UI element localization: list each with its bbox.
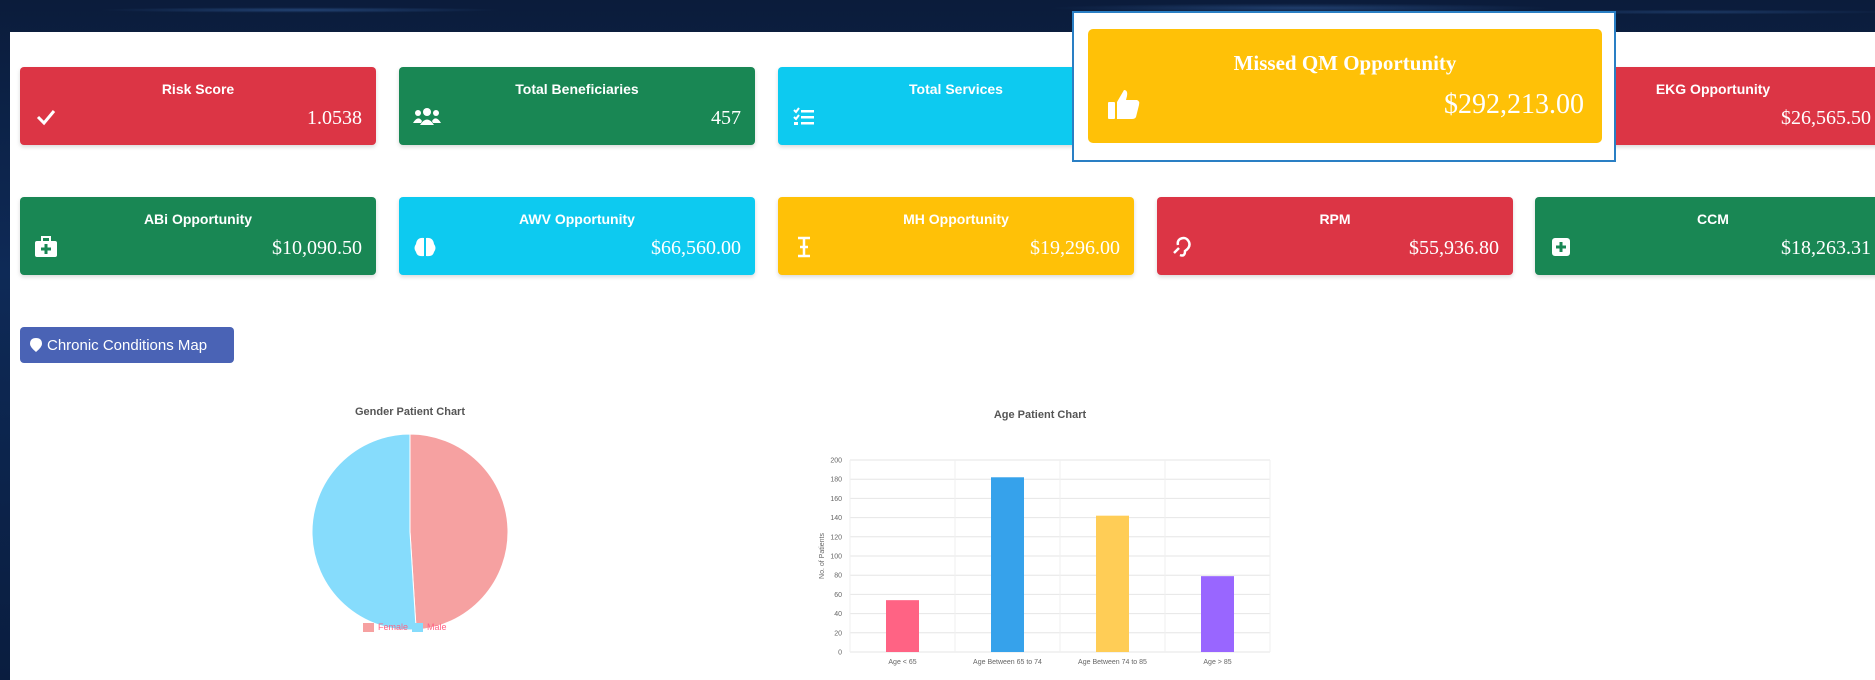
map-button-label: Chronic Conditions Map — [47, 336, 208, 354]
card-value: $10,090.50 — [272, 237, 362, 259]
card-value: $18,263.31 — [1781, 237, 1871, 259]
highlight-card-frame: Missed QM Opportunity $292,213.00 — [1072, 11, 1616, 162]
y-tick-label: 80 — [834, 573, 842, 580]
y-tick-label: 140 — [830, 515, 842, 522]
card-ccm[interactable]: CCM $18,263.31 — [1535, 197, 1875, 275]
card-total-beneficiaries[interactable]: Total Beneficiaries 457 — [399, 67, 755, 145]
gender-pie-chart — [311, 433, 509, 631]
card-title: ABi Opportunity — [143, 211, 253, 227]
y-tick-label: 180 — [830, 477, 842, 484]
list-check-icon — [792, 105, 816, 129]
card-awv-opportunity[interactable]: AWV Opportunity $66,560.00 — [399, 197, 755, 275]
card-value: $19,296.00 — [1030, 237, 1120, 259]
legend-label-male: Male — [427, 622, 447, 632]
y-tick-label: 20 — [834, 630, 842, 637]
bar-2[interactable] — [1096, 515, 1129, 652]
card-missed-qm-opportunity[interactable]: Missed QM Opportunity $292,213.00 — [1088, 29, 1602, 143]
bar-3[interactable] — [1201, 576, 1234, 652]
card-value: $292,213.00 — [1444, 89, 1584, 120]
card-risk-score[interactable]: Risk Score 1.0538 — [20, 67, 376, 145]
legend-label-female: Female — [378, 622, 409, 632]
card-value: 457 — [711, 107, 741, 129]
card-value: $26,565.50 — [1781, 107, 1871, 129]
i-cursor-icon — [792, 235, 816, 259]
card-title: CCM — [1697, 211, 1729, 227]
brain-icon — [413, 235, 437, 259]
card-title: Total Beneficiaries — [515, 81, 639, 97]
dashboard-panel: Risk Score 1.0538 Total Beneficiaries 45… — [10, 11, 1875, 680]
y-tick-label: 160 — [830, 496, 842, 503]
y-tick-label: 0 — [838, 650, 842, 657]
gender-chart-title: Gender Patient Chart — [354, 406, 466, 418]
x-tick-label: Age Between 65 to 74 — [973, 659, 1042, 666]
x-tick-label: Age < 65 — [888, 659, 916, 666]
plus-square-icon — [1549, 235, 1573, 259]
legend-swatch-female — [363, 622, 374, 632]
gender-chart-legend: Female Male — [363, 622, 447, 632]
card-mh-opportunity[interactable]: MH Opportunity $19,296.00 — [778, 197, 1134, 275]
card-title: Risk Score — [161, 81, 235, 97]
y-tick-label: 200 — [830, 458, 842, 465]
pie-slice-female[interactable] — [409, 433, 509, 631]
pie-slice-male[interactable] — [311, 433, 417, 631]
card-rpm[interactable]: RPM $55,936.80 — [1157, 197, 1513, 275]
card-title: MH Opportunity — [903, 211, 1009, 227]
x-tick-label: Age Between 74 to 85 — [1078, 659, 1147, 666]
y-tick-label: 120 — [830, 534, 842, 541]
y-tick-label: 100 — [830, 554, 842, 561]
card-title: AWV Opportunity — [519, 211, 635, 227]
ear-icon — [1171, 235, 1195, 259]
check-icon — [34, 105, 58, 129]
card-title: Missed QM Opportunity — [1233, 51, 1457, 75]
bar-0[interactable] — [886, 600, 919, 652]
y-axis-label: No. of Patients — [819, 533, 826, 579]
chronic-conditions-map-button[interactable]: Chronic Conditions Map — [20, 327, 234, 363]
card-value: 1.0538 — [307, 107, 362, 129]
card-title: RPM — [1319, 211, 1351, 227]
map-pin-icon — [30, 338, 42, 352]
x-tick-label: Age > 85 — [1203, 659, 1231, 666]
bar-1[interactable] — [991, 477, 1024, 652]
medical-kit-icon — [34, 235, 58, 259]
users-icon — [413, 105, 441, 129]
y-tick-label: 40 — [834, 611, 842, 618]
card-abi-opportunity[interactable]: ABi Opportunity $10,090.50 — [20, 197, 376, 275]
age-bar-chart: 0 20 40 60 80 100 120 140 160 180 200 No. of Patien… — [819, 458, 1271, 666]
legend-swatch-male — [412, 622, 424, 632]
thumbs-up-icon — [1106, 87, 1142, 123]
card-value: $55,936.80 — [1409, 237, 1499, 259]
card-value: $66,560.00 — [651, 237, 741, 259]
y-tick-label: 60 — [834, 592, 842, 599]
